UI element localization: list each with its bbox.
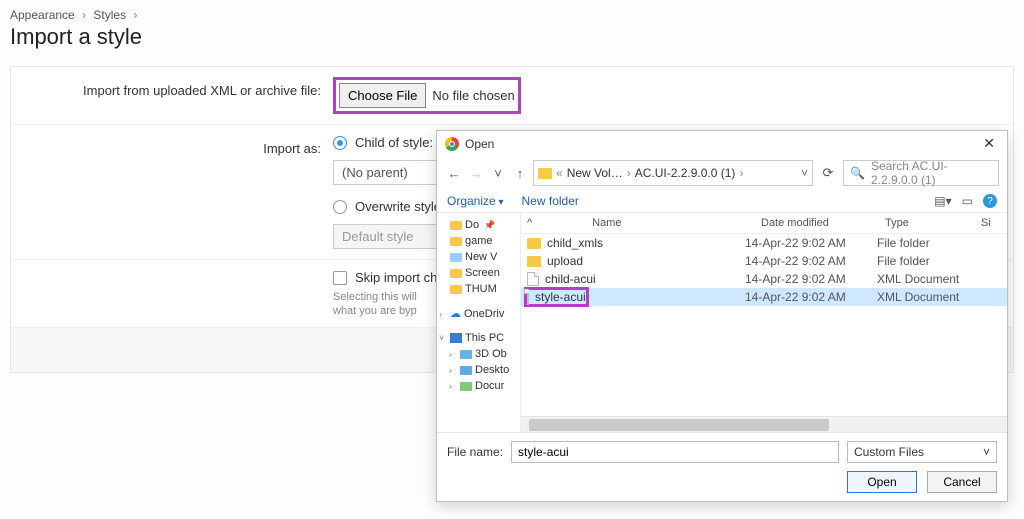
tree-node[interactable]: This PC	[465, 332, 504, 344]
horizontal-scrollbar[interactable]	[521, 416, 1007, 432]
file-input-highlight: Choose File No file chosen	[333, 77, 521, 114]
col-date[interactable]: Date modified	[761, 217, 885, 229]
radio-icon	[333, 136, 347, 150]
path-seg-2[interactable]: AC.UI-2.2.9.0.0 (1)	[635, 166, 736, 180]
folder-icon	[527, 256, 541, 267]
file-name: style-acui	[535, 290, 586, 304]
filename-label: File name:	[447, 445, 503, 459]
selection-highlight: style-acui	[524, 287, 589, 307]
file-name: upload	[547, 254, 583, 268]
cancel-button[interactable]: Cancel	[927, 471, 997, 493]
file-icon	[527, 272, 539, 286]
option-child-label: Child of style:	[355, 135, 433, 150]
tree-node[interactable]: Docur	[475, 380, 504, 392]
tree-node[interactable]: OneDriv	[464, 308, 504, 320]
nav-recent-icon[interactable]: ˅	[489, 166, 507, 181]
file-date: 14-Apr-22 9:02 AM	[745, 254, 869, 268]
preview-pane-icon[interactable]: ▭	[962, 194, 973, 208]
nav-back-icon[interactable]: ←	[445, 166, 463, 181]
tree-node[interactable]: Screen	[465, 267, 500, 279]
file-name: child_xmls	[547, 236, 603, 250]
organize-menu[interactable]: Organize	[447, 194, 504, 208]
file-open-dialog: Open ✕ ← → ˅ ↑ « New Vol… › AC.UI-2.2.9.…	[436, 130, 1008, 502]
file-status: No file chosen	[432, 88, 514, 103]
breadcrumb-root[interactable]: Appearance	[10, 8, 75, 22]
filename-input[interactable]	[511, 441, 839, 463]
view-options-icon[interactable]: ▤▾	[934, 194, 951, 208]
path-bar[interactable]: « New Vol… › AC.UI-2.2.9.0.0 (1) › ˅	[533, 160, 813, 186]
open-button[interactable]: Open	[847, 471, 917, 493]
col-type[interactable]: Type	[885, 217, 981, 229]
nav-forward-icon: →	[467, 166, 485, 181]
pc-icon	[450, 333, 462, 343]
chevron-right-icon: ›	[82, 8, 86, 22]
tree-node[interactable]: THUM	[465, 283, 497, 295]
checkbox-icon	[333, 271, 347, 285]
folder-tree[interactable]: Do📌 game New V Screen THUM ›☁OneDriv ˅Th…	[437, 213, 521, 432]
file-item[interactable]: style-acui 14-Apr-22 9:02 AM XML Document	[521, 288, 1007, 306]
skip-checks-label: Skip import che	[355, 270, 445, 285]
tree-node[interactable]: 3D Ob	[475, 348, 507, 360]
folder-icon	[538, 168, 552, 179]
file-type: File folder	[877, 236, 973, 250]
tree-node[interactable]: Deskto	[475, 364, 509, 376]
file-item[interactable]: child_xmls 14-Apr-22 9:02 AM File folder	[521, 234, 1007, 252]
file-date: 14-Apr-22 9:02 AM	[745, 272, 869, 286]
file-type-select[interactable]: Custom Files˅	[847, 441, 997, 463]
chevron-down-icon: ˅	[983, 445, 990, 459]
breadcrumb-section[interactable]: Styles	[93, 8, 126, 22]
nav-up-icon[interactable]: ↑	[511, 166, 529, 181]
path-seg-1[interactable]: New Vol…	[567, 166, 623, 180]
radio-icon	[333, 200, 347, 214]
chevron-right-icon: ›	[133, 8, 137, 22]
parent-style-select[interactable]: (No parent)	[333, 160, 453, 185]
file-date: 14-Apr-22 9:02 AM	[745, 290, 869, 304]
file-type: XML Document	[877, 272, 973, 286]
column-headers[interactable]: ^Name Date modified Type Si	[521, 213, 1007, 234]
chevron-down-icon[interactable]: ˅	[801, 166, 808, 180]
file-icon	[527, 289, 529, 305]
file-date: 14-Apr-22 9:02 AM	[745, 236, 869, 250]
folder-icon	[527, 238, 541, 249]
file-type: File folder	[877, 254, 973, 268]
page-title: Import a style	[10, 24, 1014, 50]
cloud-icon: ☁	[450, 307, 461, 320]
tree-node[interactable]: New V	[465, 251, 497, 263]
file-type: XML Document	[877, 290, 973, 304]
dialog-title: Open	[465, 137, 494, 151]
col-size[interactable]: Si	[981, 217, 1001, 229]
overwrite-style-select: Default style	[333, 224, 453, 249]
refresh-icon[interactable]: ⟳	[817, 165, 839, 181]
new-folder-button[interactable]: New folder	[522, 194, 579, 208]
choose-file-button[interactable]: Choose File	[339, 83, 426, 108]
help-icon[interactable]: ?	[983, 194, 997, 208]
tree-node[interactable]: game	[465, 235, 493, 247]
tree-node[interactable]: Do	[465, 219, 479, 231]
import-as-label: Import as:	[23, 135, 333, 156]
breadcrumb: Appearance › Styles ›	[10, 8, 1014, 22]
upload-label: Import from uploaded XML or archive file…	[23, 77, 333, 98]
search-icon: 🔍	[850, 166, 865, 180]
chrome-icon	[445, 137, 459, 151]
search-placeholder: Search AC.UI-2.2.9.0.0 (1)	[871, 159, 992, 187]
file-name: child-acui	[545, 272, 596, 286]
option-overwrite-label: Overwrite style	[355, 199, 441, 214]
file-item[interactable]: child-acui 14-Apr-22 9:02 AM XML Document	[521, 270, 1007, 288]
col-name[interactable]: ^Name	[527, 217, 761, 229]
file-item[interactable]: upload 14-Apr-22 9:02 AM File folder	[521, 252, 1007, 270]
close-button[interactable]: ✕	[979, 135, 999, 152]
search-input[interactable]: 🔍 Search AC.UI-2.2.9.0.0 (1)	[843, 160, 999, 186]
